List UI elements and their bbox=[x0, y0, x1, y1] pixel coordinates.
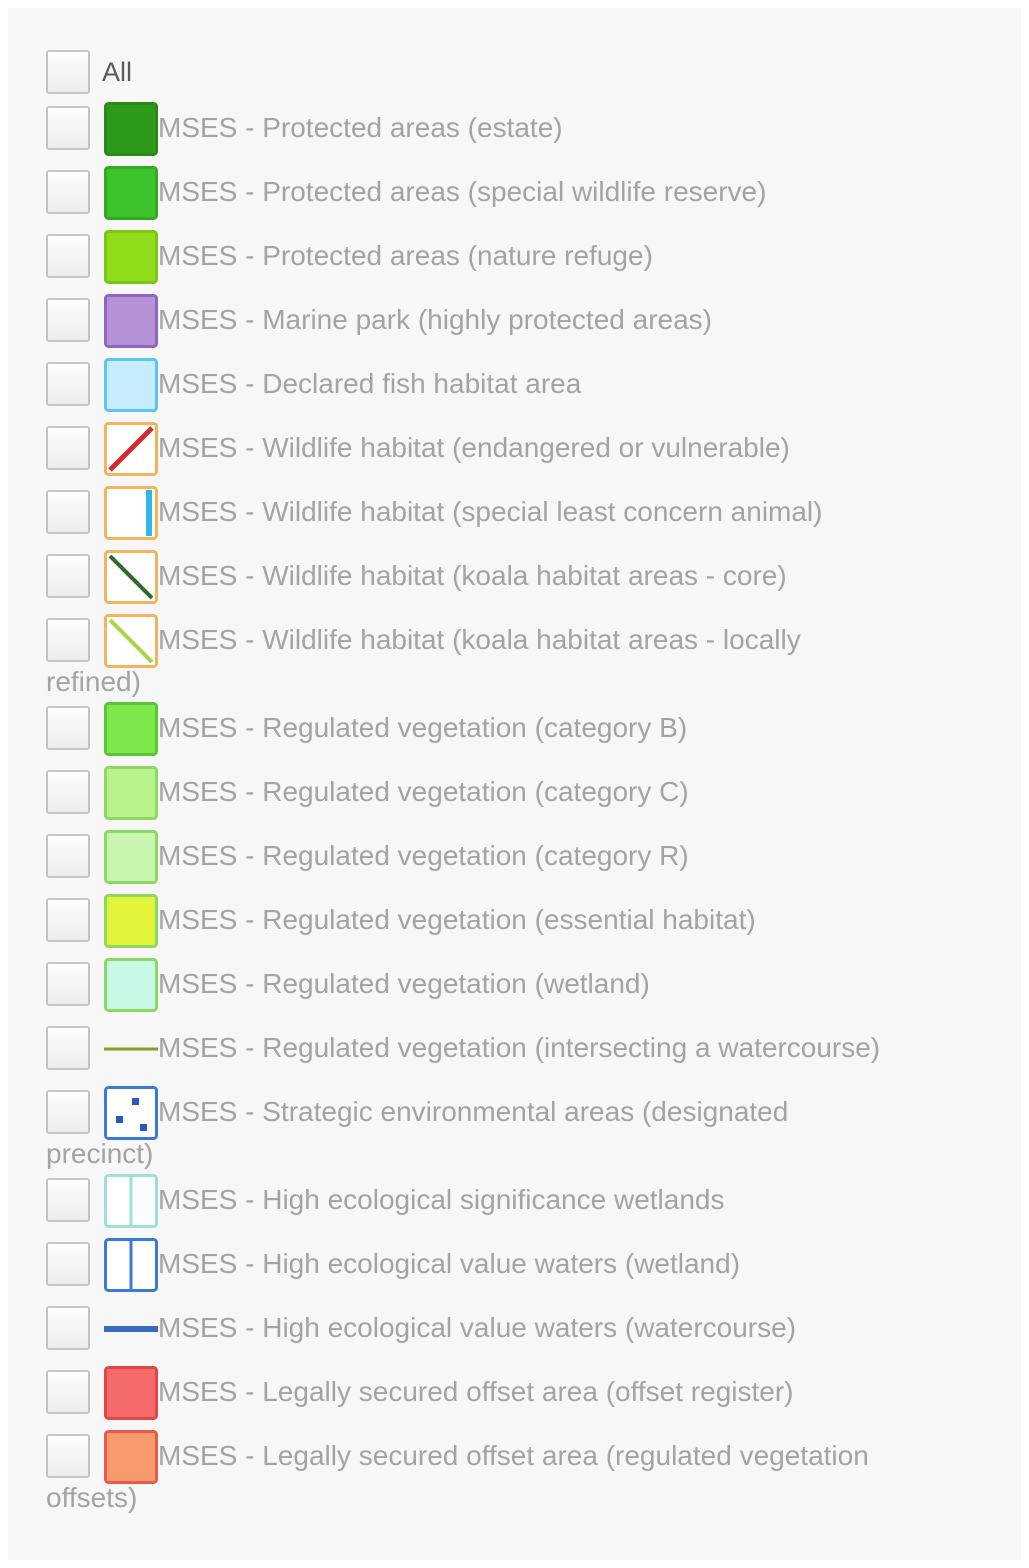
swatch-regulated-vegetation-offsets-icon bbox=[104, 1430, 158, 1484]
layer-row[interactable]: MSES - Strategic environmental areas (de… bbox=[46, 1084, 1001, 1172]
layer-label: MSES - Regulated vegetation (wetland) bbox=[158, 968, 650, 999]
layer-label: MSES - High ecological significance wetl… bbox=[158, 1184, 725, 1215]
layer-label-continued: offsets) bbox=[46, 1482, 138, 1513]
layer-checkbox[interactable] bbox=[46, 834, 90, 878]
layer-label: MSES - Legally secured offset area (offs… bbox=[158, 1376, 794, 1407]
layer-label: MSES - Protected areas (special wildlife… bbox=[158, 176, 767, 207]
layer-label: MSES - Regulated vegetation (intersectin… bbox=[158, 1032, 881, 1063]
layer-checkbox[interactable] bbox=[46, 426, 90, 470]
swatch-offset-register-icon bbox=[104, 1366, 158, 1420]
swatch-wetland-icon bbox=[104, 958, 158, 1012]
layer-checkbox[interactable] bbox=[46, 962, 90, 1006]
layer-checkbox[interactable] bbox=[46, 170, 90, 214]
layer-label: MSES - Strategic environmental areas (de… bbox=[158, 1096, 789, 1127]
layer-row[interactable]: MSES - Wildlife habitat (koala habitat a… bbox=[46, 548, 1001, 612]
swatch-category-r-icon bbox=[104, 830, 158, 884]
layer-checkbox[interactable] bbox=[46, 1026, 90, 1070]
layer-label: MSES - High ecological value waters (wat… bbox=[158, 1312, 797, 1343]
swatch-endangered-vulnerable-icon bbox=[104, 422, 158, 476]
layer-legend-panel: All MSES - Protected areas (estate) MSES … bbox=[8, 8, 1021, 1560]
layer-label: MSES - Wildlife habitat (endangered or v… bbox=[158, 432, 790, 463]
swatch-koala-core-icon bbox=[104, 550, 158, 604]
layer-row[interactable]: MSES - Regulated vegetation (intersectin… bbox=[46, 1020, 1001, 1084]
layer-checkbox[interactable] bbox=[46, 362, 90, 406]
layer-row[interactable]: MSES - Regulated vegetation (category B) bbox=[46, 700, 1001, 764]
layer-label: MSES - Regulated vegetation (category B) bbox=[158, 712, 688, 743]
layer-row[interactable]: MSES - High ecological significance wetl… bbox=[46, 1172, 1001, 1236]
layer-row[interactable]: MSES - Protected areas (estate) bbox=[46, 100, 1001, 164]
layer-row[interactable]: MSES - Declared fish habitat area bbox=[46, 356, 1001, 420]
layer-checkbox[interactable] bbox=[46, 298, 90, 342]
layer-checkbox[interactable] bbox=[46, 1178, 90, 1222]
layer-checkbox[interactable] bbox=[46, 1306, 90, 1350]
layer-label: MSES - Regulated vegetation (essential h… bbox=[158, 904, 756, 935]
layer-label: MSES - Declared fish habitat area bbox=[158, 368, 582, 399]
swatch-estate-icon bbox=[104, 102, 158, 156]
swatch-hev-wetland-icon bbox=[104, 1238, 158, 1292]
swatch-designated-precinct-icon bbox=[104, 1086, 158, 1140]
select-all-checkbox[interactable] bbox=[46, 50, 90, 94]
layer-row[interactable]: MSES - Legally secured offset area (regu… bbox=[46, 1428, 1001, 1516]
layer-label: MSES - Wildlife habitat (koala habitat a… bbox=[158, 560, 787, 591]
layer-checkbox[interactable] bbox=[46, 234, 90, 278]
swatch-special-least-concern-icon bbox=[104, 486, 158, 540]
layer-checkbox[interactable] bbox=[46, 706, 90, 750]
layer-row[interactable]: MSES - High ecological value waters (wat… bbox=[46, 1300, 1001, 1364]
layer-checkbox[interactable] bbox=[46, 770, 90, 814]
layer-label: MSES - Protected areas (nature refuge) bbox=[158, 240, 653, 271]
layer-label: MSES - Protected areas (estate) bbox=[158, 112, 563, 143]
layer-row[interactable]: MSES - Wildlife habitat (special least c… bbox=[46, 484, 1001, 548]
layer-label: MSES - Wildlife habitat (special least c… bbox=[158, 496, 823, 527]
layer-row[interactable]: MSES - Protected areas (special wildlife… bbox=[46, 164, 1001, 228]
layer-row[interactable]: MSES - Legally secured offset area (offs… bbox=[46, 1364, 1001, 1428]
layer-label: MSES - Regulated vegetation (category C) bbox=[158, 776, 689, 807]
layer-checkbox[interactable] bbox=[46, 1242, 90, 1286]
layer-row[interactable]: MSES - Marine park (highly protected are… bbox=[46, 292, 1001, 356]
layer-label: MSES - Legally secured offset area (regu… bbox=[158, 1440, 869, 1471]
select-all-label: All bbox=[102, 56, 133, 87]
layer-checkbox[interactable] bbox=[46, 554, 90, 598]
layer-row[interactable]: MSES - Regulated vegetation (category C) bbox=[46, 764, 1001, 828]
swatch-hev-watercourse-icon bbox=[104, 1302, 158, 1356]
layer-checkbox[interactable] bbox=[46, 618, 90, 662]
layer-list: MSES - Protected areas (estate) MSES - Pr… bbox=[46, 100, 1001, 1516]
layer-checkbox[interactable] bbox=[46, 490, 90, 534]
layer-checkbox[interactable] bbox=[46, 1090, 90, 1134]
layer-row[interactable]: MSES - Regulated vegetation (category R) bbox=[46, 828, 1001, 892]
layer-row[interactable]: MSES - Protected areas (nature refuge) bbox=[46, 228, 1001, 292]
swatch-category-b-icon bbox=[104, 702, 158, 756]
layer-label-continued: refined) bbox=[46, 666, 141, 697]
swatch-essential-habitat-icon bbox=[104, 894, 158, 948]
layer-row[interactable]: MSES - Regulated vegetation (essential h… bbox=[46, 892, 1001, 956]
layer-label: MSES - High ecological value waters (wet… bbox=[158, 1248, 741, 1279]
select-all-row[interactable]: All bbox=[46, 46, 132, 98]
swatch-category-c-icon bbox=[104, 766, 158, 820]
layer-label-continued: precinct) bbox=[46, 1138, 154, 1169]
swatch-fish-habitat-icon bbox=[104, 358, 158, 412]
layer-checkbox[interactable] bbox=[46, 1370, 90, 1414]
swatch-hes-wetlands-icon bbox=[104, 1174, 158, 1228]
layer-row[interactable]: MSES - Wildlife habitat (koala habitat a… bbox=[46, 612, 1001, 700]
layer-checkbox[interactable] bbox=[46, 106, 90, 150]
layer-label: MSES - Marine park (highly protected are… bbox=[158, 304, 712, 335]
layer-label: MSES - Wildlife habitat (koala habitat a… bbox=[158, 624, 801, 655]
swatch-intersecting-watercourse-icon bbox=[104, 1022, 158, 1076]
swatch-koala-locally-refined-icon bbox=[104, 614, 158, 668]
swatch-marine-park-icon bbox=[104, 294, 158, 348]
layer-checkbox[interactable] bbox=[46, 898, 90, 942]
swatch-nature-refuge-icon bbox=[104, 230, 158, 284]
layer-row[interactable]: MSES - Regulated vegetation (wetland) bbox=[46, 956, 1001, 1020]
layer-row[interactable]: MSES - High ecological value waters (wet… bbox=[46, 1236, 1001, 1300]
layer-label: MSES - Regulated vegetation (category R) bbox=[158, 840, 689, 871]
layer-checkbox[interactable] bbox=[46, 1434, 90, 1478]
layer-row[interactable]: MSES - Wildlife habitat (endangered or v… bbox=[46, 420, 1001, 484]
swatch-special-wildlife-reserve-icon bbox=[104, 166, 158, 220]
